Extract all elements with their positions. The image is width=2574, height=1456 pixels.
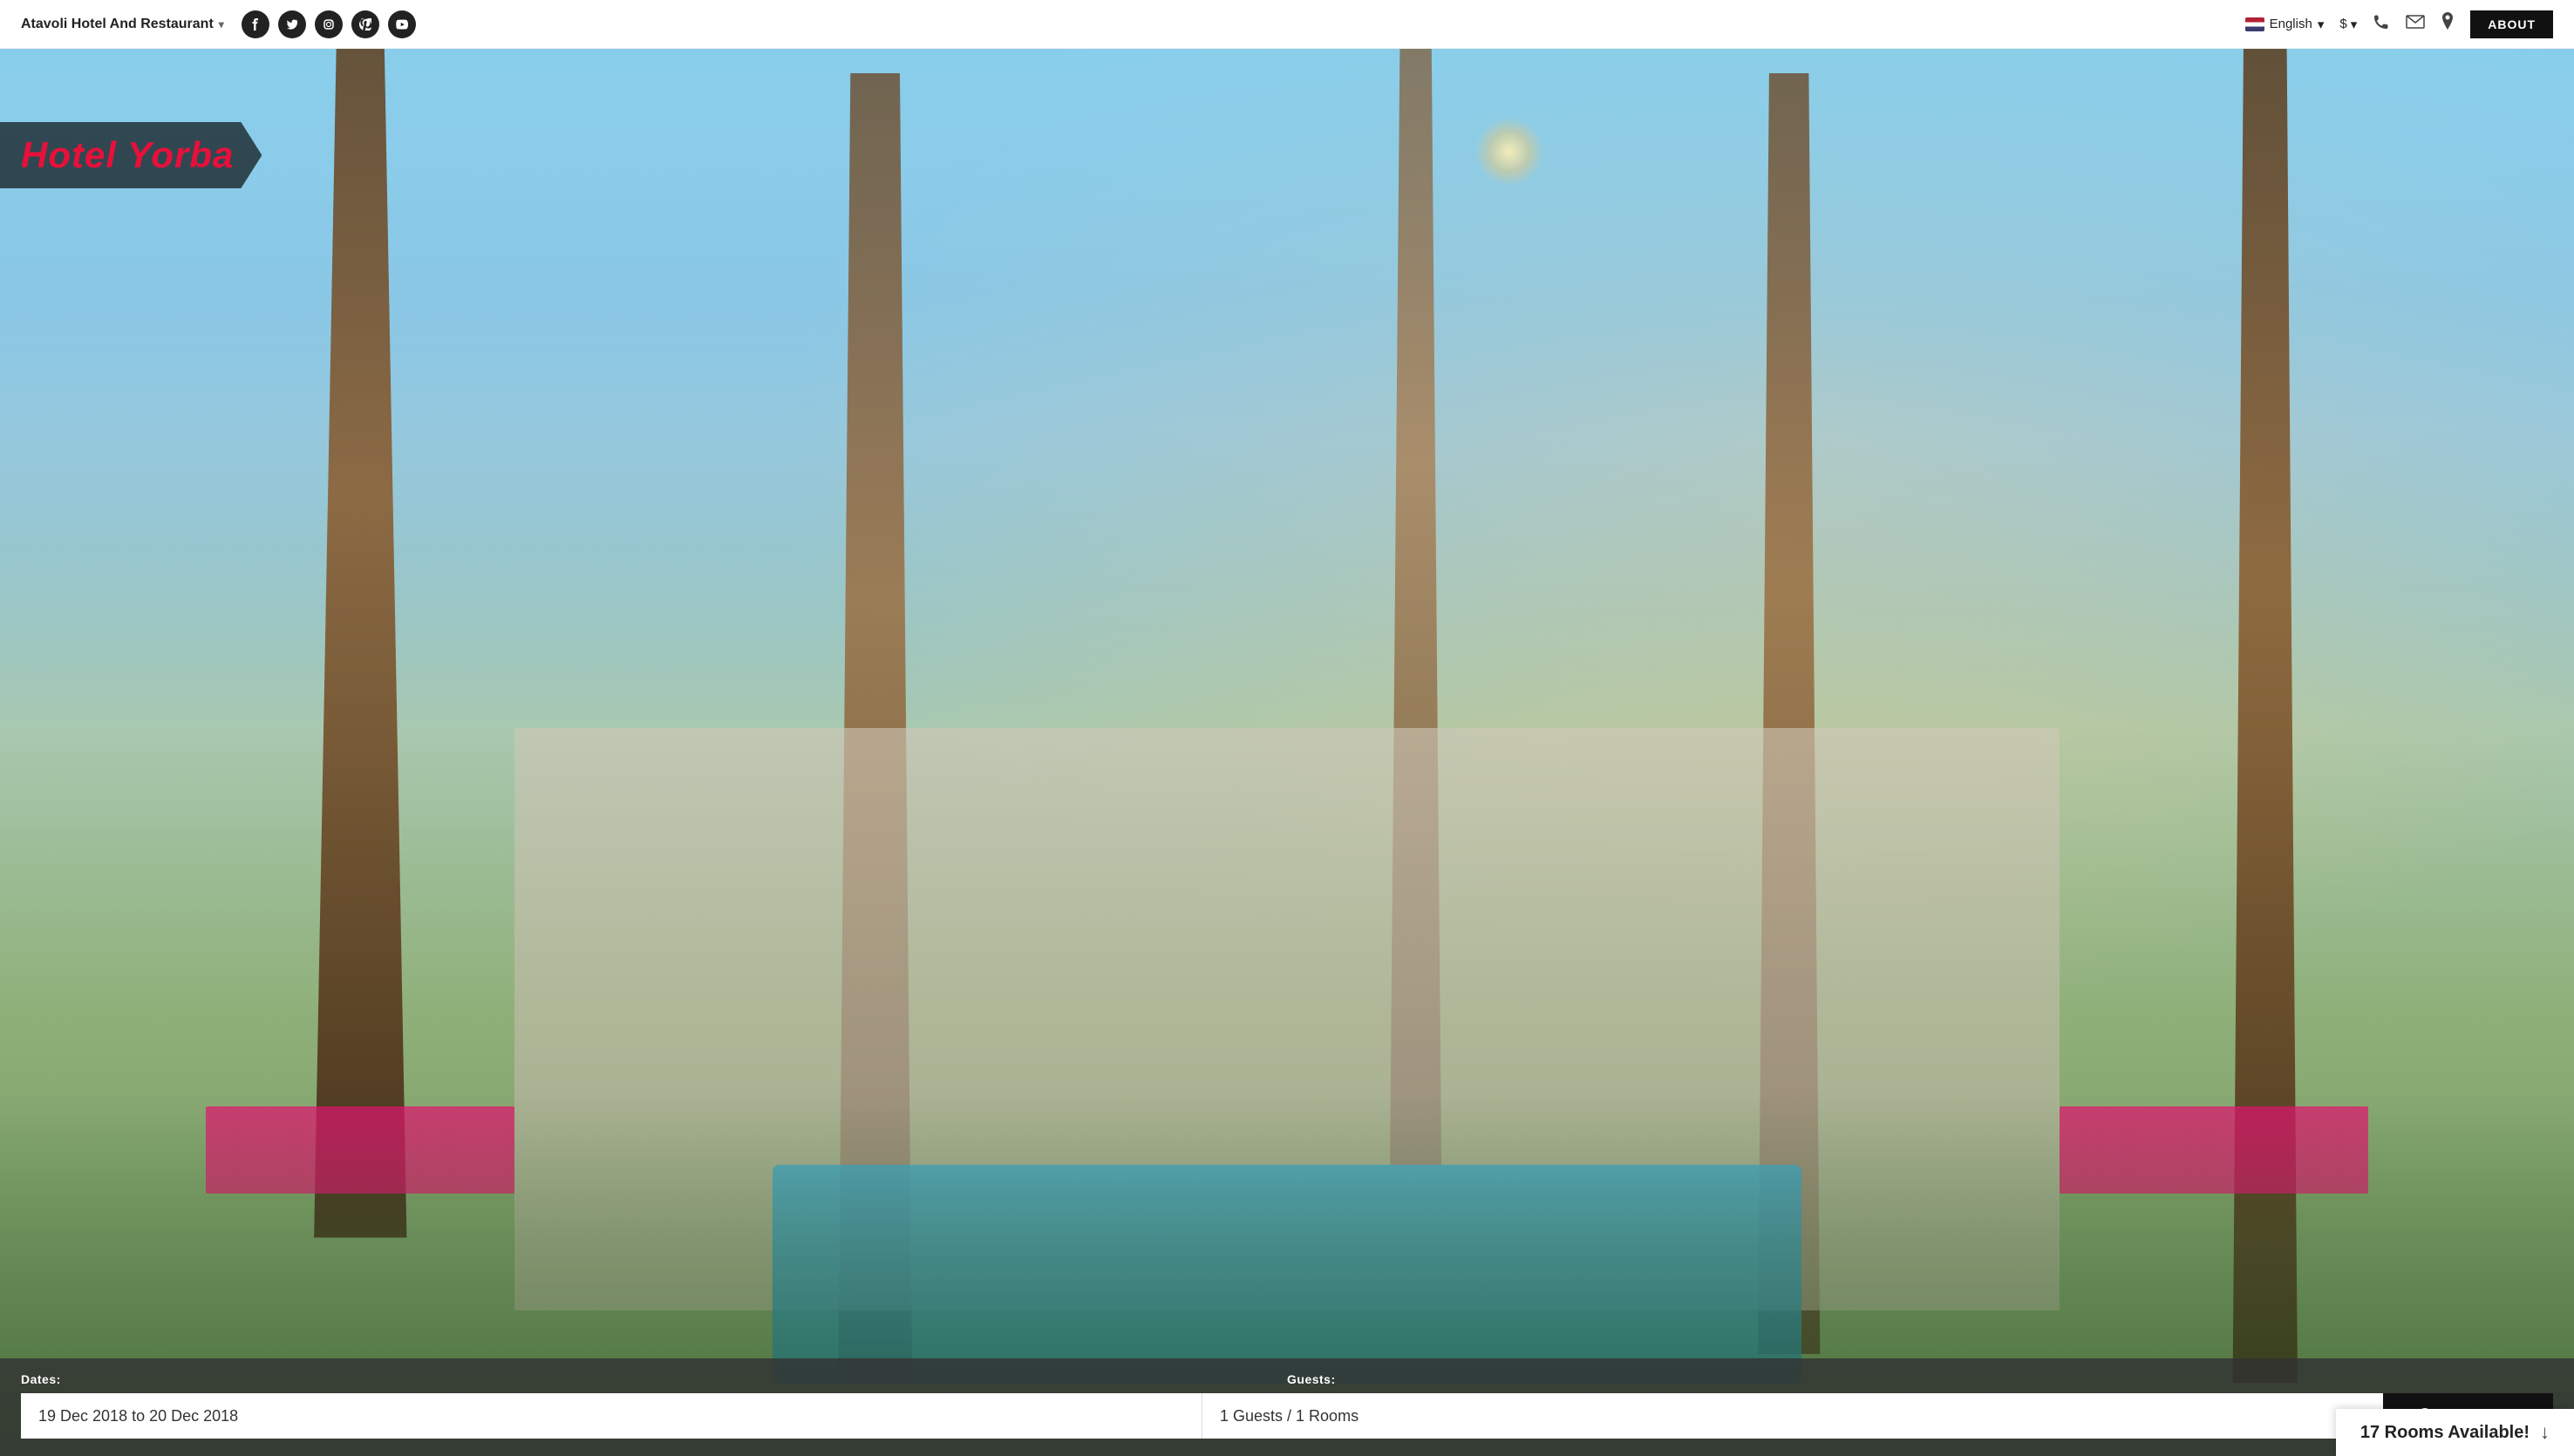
location-icon[interactable]	[2441, 12, 2455, 36]
search-labels: Dates: Guests:	[21, 1372, 2553, 1386]
currency-symbol: $	[2339, 17, 2346, 31]
date-value: 19 Dec 2018 to 20 Dec 2018	[38, 1407, 238, 1425]
rooms-available-badge[interactable]: 17 Rooms Available! ↓	[2336, 1409, 2574, 1456]
pinterest-icon[interactable]	[351, 10, 379, 38]
navbar-left: Atavoli Hotel And Restaurant ▾	[21, 10, 416, 38]
instagram-icon[interactable]	[315, 10, 343, 38]
currency-selector[interactable]: $ ▾	[2339, 17, 2357, 32]
youtube-icon[interactable]	[388, 10, 416, 38]
pool-area	[773, 1165, 1802, 1384]
phone-icon[interactable]	[2373, 13, 2390, 35]
mail-icon[interactable]	[2406, 15, 2425, 33]
language-label: English	[2270, 17, 2312, 31]
pink-cabana-right	[2060, 1106, 2368, 1194]
search-bar-container: Dates: Guests: 19 Dec 2018 to 20 Dec 201…	[0, 1358, 2574, 1456]
rooms-available-text: 17 Rooms Available!	[2360, 1423, 2530, 1443]
hero-section: Hotel Yorba Dates: Guests: 19 Dec 2018 t…	[0, 0, 2574, 1456]
guests-field[interactable]: 1 Guests / 1 Rooms	[1202, 1393, 2383, 1439]
facebook-icon[interactable]	[242, 10, 269, 38]
us-flag-icon	[2245, 17, 2264, 31]
brand-label: Atavoli Hotel And Restaurant	[21, 17, 214, 32]
search-inputs: 19 Dec 2018 to 20 Dec 2018 1 Guests / 1 …	[21, 1393, 2553, 1439]
guests-label: Guests:	[1287, 1372, 2553, 1386]
hotel-name: Hotel Yorba	[21, 134, 234, 175]
twitter-icon[interactable]	[278, 10, 306, 38]
guests-value: 1 Guests / 1 Rooms	[1220, 1407, 1358, 1425]
dates-label: Dates:	[21, 1372, 1287, 1386]
about-button[interactable]: ABOUT	[2470, 10, 2553, 38]
currency-chevron-icon: ▾	[2351, 17, 2358, 32]
navbar-right: English ▾ $ ▾ ABOUT	[2245, 10, 2553, 38]
brand-name[interactable]: Atavoli Hotel And Restaurant ▾	[21, 17, 224, 32]
hotel-name-badge: Hotel Yorba	[0, 122, 262, 188]
date-field[interactable]: 19 Dec 2018 to 20 Dec 2018	[21, 1393, 1202, 1439]
brand-chevron-icon: ▾	[219, 18, 224, 31]
language-selector[interactable]: English ▾	[2245, 17, 2325, 32]
hero-background	[0, 0, 2574, 1456]
navbar: Atavoli Hotel And Restaurant ▾ Englis	[0, 0, 2574, 49]
pink-cabana-left	[206, 1106, 514, 1194]
rooms-down-arrow-icon: ↓	[2540, 1421, 2550, 1444]
language-chevron-icon: ▾	[2318, 17, 2325, 32]
social-icons	[242, 10, 416, 38]
